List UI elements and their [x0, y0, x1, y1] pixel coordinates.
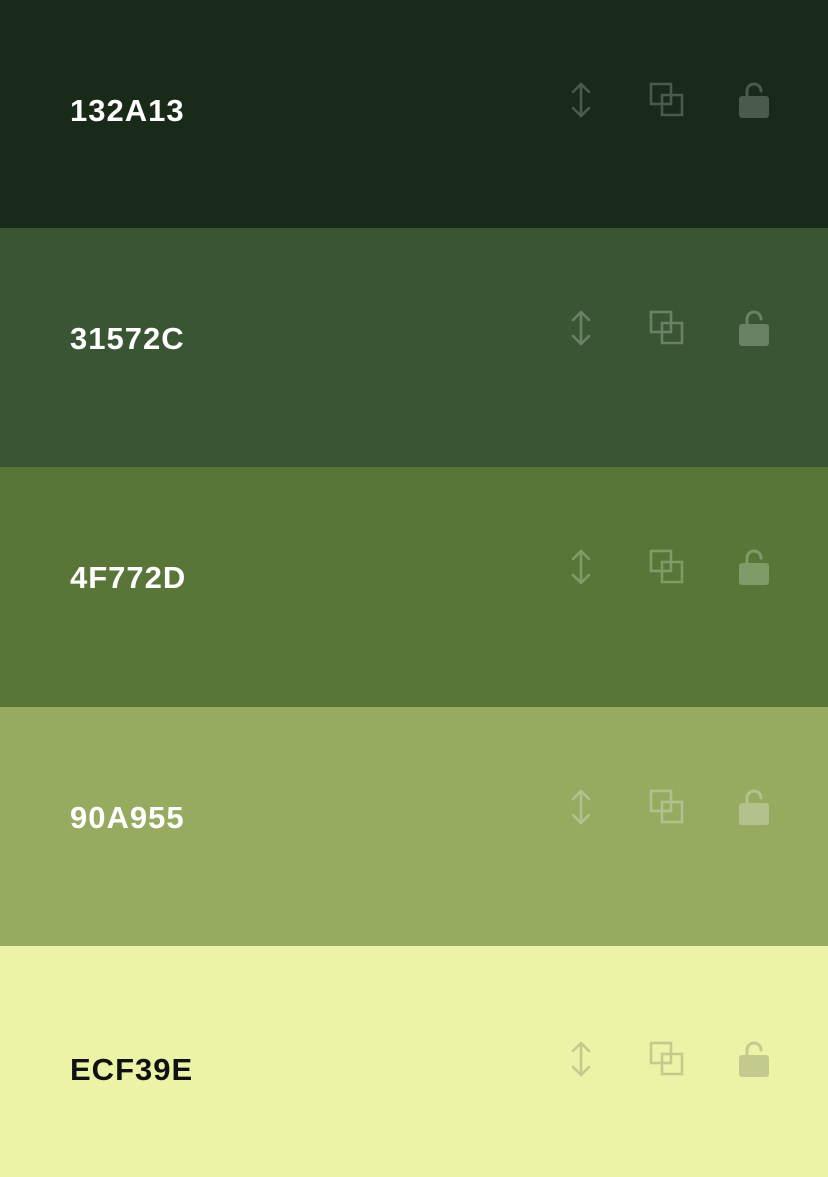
unlocked-padlock-icon[interactable]	[731, 306, 777, 350]
copy-icon[interactable]	[644, 306, 690, 350]
unlocked-padlock-icon[interactable]	[731, 78, 777, 122]
color-swatch[interactable]: 132A13	[0, 0, 828, 228]
move-vertical-icon[interactable]	[558, 545, 604, 589]
copy-icon[interactable]	[644, 78, 690, 122]
swatch-toolbar	[556, 1037, 786, 1081]
swatch-toolbar	[556, 785, 786, 829]
unlocked-padlock-icon[interactable]	[731, 545, 777, 589]
swatch-toolbar	[556, 78, 786, 122]
color-swatch[interactable]: 31572C	[0, 228, 828, 467]
hex-code-label[interactable]: 132A13	[70, 95, 185, 126]
move-vertical-icon[interactable]	[558, 785, 604, 829]
hex-code-label[interactable]: 31572C	[70, 323, 185, 354]
color-swatch[interactable]: 4F772D	[0, 467, 828, 707]
copy-icon[interactable]	[644, 785, 690, 829]
color-palette: 132A13 31572C 4F772D 90A955 ECF39E	[0, 0, 828, 1177]
color-swatch[interactable]: ECF39E	[0, 946, 828, 1177]
color-swatch[interactable]: 90A955	[0, 707, 828, 946]
unlocked-padlock-icon[interactable]	[731, 785, 777, 829]
move-vertical-icon[interactable]	[558, 1037, 604, 1081]
hex-code-label[interactable]: 90A955	[70, 802, 185, 833]
copy-icon[interactable]	[644, 1037, 690, 1081]
hex-code-label[interactable]: 4F772D	[70, 562, 186, 593]
move-vertical-icon[interactable]	[558, 306, 604, 350]
move-vertical-icon[interactable]	[558, 78, 604, 122]
hex-code-label[interactable]: ECF39E	[70, 1054, 193, 1085]
swatch-toolbar	[556, 306, 786, 350]
swatch-toolbar	[556, 545, 786, 589]
copy-icon[interactable]	[644, 545, 690, 589]
unlocked-padlock-icon[interactable]	[731, 1037, 777, 1081]
